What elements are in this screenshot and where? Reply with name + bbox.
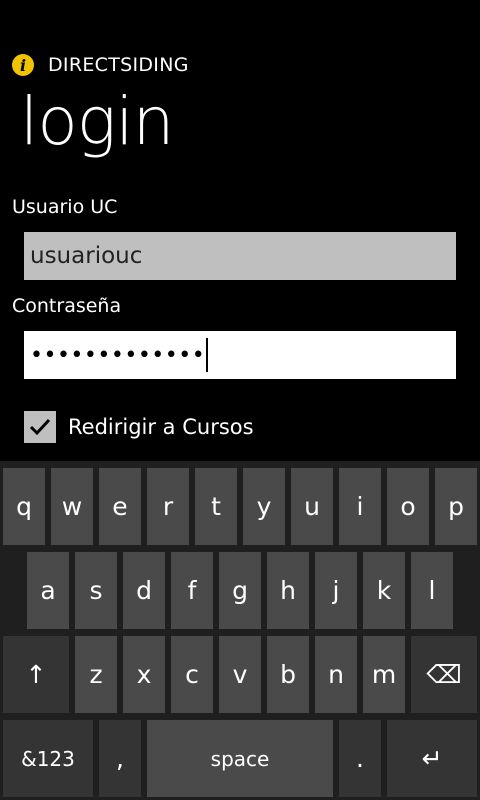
app-header: i DIRECTSIDING — [12, 52, 189, 78]
checkmark-icon — [29, 418, 51, 436]
key-y[interactable]: y — [243, 468, 285, 545]
key-b[interactable]: b — [267, 636, 309, 713]
key-z[interactable]: z — [75, 636, 117, 713]
key-q[interactable]: q — [3, 468, 45, 545]
key-d[interactable]: d — [123, 552, 165, 629]
key-g[interactable]: g — [219, 552, 261, 629]
shift-key[interactable]: ↑ — [3, 636, 69, 713]
key-o[interactable]: o — [387, 468, 429, 545]
user-label: Usuario UC — [12, 196, 118, 218]
key-u[interactable]: u — [291, 468, 333, 545]
key-k[interactable]: k — [363, 552, 405, 629]
period-key[interactable]: . — [339, 720, 381, 797]
key-n[interactable]: n — [315, 636, 357, 713]
key-x[interactable]: x — [123, 636, 165, 713]
comma-key[interactable]: , — [99, 720, 141, 797]
password-input[interactable]: ••••••••••••• — [24, 331, 456, 379]
user-input[interactable]: usuariouc — [24, 232, 456, 280]
key-p[interactable]: p — [435, 468, 477, 545]
key-s[interactable]: s — [75, 552, 117, 629]
key-j[interactable]: j — [315, 552, 357, 629]
shift-icon: ↑ — [25, 660, 47, 689]
redirect-checkbox[interactable] — [24, 411, 56, 443]
key-v[interactable]: v — [219, 636, 261, 713]
backspace-icon: ⌫ — [426, 660, 462, 689]
info-icon: i — [12, 54, 34, 76]
text-caret — [206, 338, 209, 372]
enter-icon: ↵ — [421, 744, 443, 773]
key-m[interactable]: m — [363, 636, 405, 713]
key-e[interactable]: e — [99, 468, 141, 545]
on-screen-keyboard: q w e r t y u i o p a s d f g h j k l ↑ … — [0, 461, 480, 800]
key-a[interactable]: a — [27, 552, 69, 629]
page-title: login — [20, 83, 174, 160]
key-l[interactable]: l — [411, 552, 453, 629]
key-r[interactable]: r — [147, 468, 189, 545]
key-c[interactable]: c — [171, 636, 213, 713]
backspace-key[interactable]: ⌫ — [411, 636, 477, 713]
redirect-checkbox-row[interactable]: Redirigir a Cursos — [24, 411, 254, 443]
enter-key[interactable]: ↵ — [387, 720, 477, 797]
redirect-checkbox-label: Redirigir a Cursos — [68, 415, 254, 439]
app-name: DIRECTSIDING — [48, 54, 189, 76]
key-i[interactable]: i — [339, 468, 381, 545]
space-key[interactable]: space — [147, 720, 333, 797]
user-input-value: usuariouc — [30, 243, 143, 269]
symbols-key[interactable]: &123 — [3, 720, 93, 797]
password-input-value: ••••••••••••• — [30, 342, 206, 368]
key-w[interactable]: w — [51, 468, 93, 545]
key-h[interactable]: h — [267, 552, 309, 629]
key-t[interactable]: t — [195, 468, 237, 545]
password-label: Contraseña — [12, 295, 122, 317]
key-f[interactable]: f — [171, 552, 213, 629]
